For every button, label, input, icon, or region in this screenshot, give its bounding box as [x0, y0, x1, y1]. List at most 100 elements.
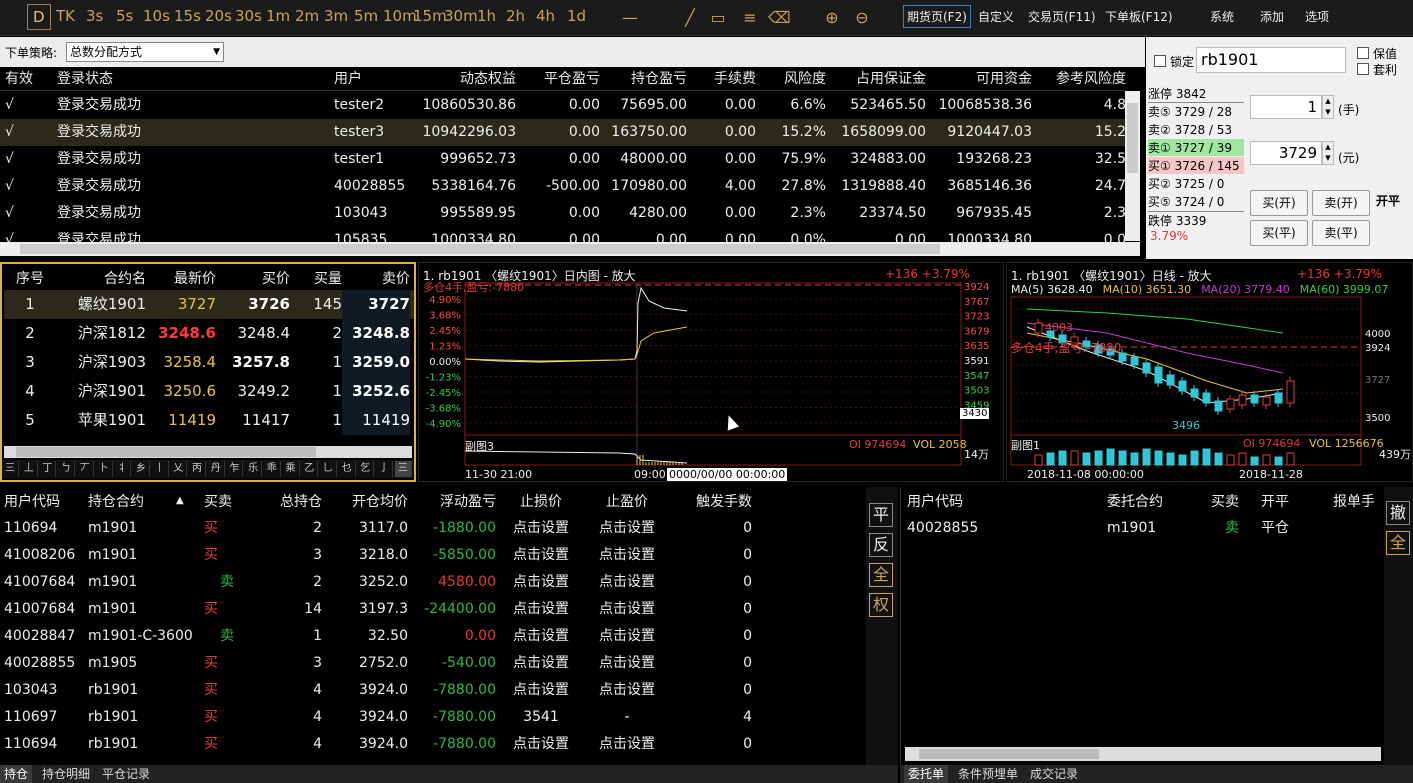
bid-level-2[interactable]: 买⑤ 3724 / 0 — [1148, 193, 1244, 210]
order-header-3[interactable]: 开平 — [1261, 491, 1341, 511]
lock-checkbox[interactable] — [1154, 55, 1166, 67]
timeframe-10m[interactable]: 10m — [383, 7, 417, 25]
quote-group-tab[interactable]: 丹 — [208, 461, 225, 477]
position-header-0[interactable]: 用户代码 — [4, 491, 88, 511]
table-cell[interactable]: 点击设置 — [586, 596, 668, 623]
order-action-1[interactable]: 全 — [1386, 531, 1410, 555]
account-header-8[interactable]: 占用保证金 — [830, 67, 926, 91]
timeframe-1h[interactable]: 1h — [477, 7, 496, 25]
list-item[interactable]: 4 沪深1901 3250.6 3249.2 1 3252.6 — [4, 377, 414, 406]
buy-open-button[interactable]: 买(开) — [1250, 190, 1308, 216]
table-cell[interactable]: 点击设置 — [500, 623, 582, 650]
table-cell[interactable]: 点击设置 — [500, 650, 582, 677]
table-row[interactable]: √ 登录交易成功 40028855 5338164.76 -500.00 170980.0… — [0, 173, 1126, 200]
nav-item-4[interactable]: 系统 — [1210, 8, 1234, 25]
position-action-2[interactable]: 全 — [869, 563, 893, 587]
orders-tab-1[interactable]: 条件预埋单 — [954, 765, 1022, 783]
quote-group-tab[interactable]: 乖 — [264, 461, 281, 477]
position-action-1[interactable]: 反 — [869, 533, 893, 557]
sell-close-button[interactable]: 卖(平) — [1312, 220, 1370, 246]
timeframe-30m[interactable]: 30m — [444, 7, 478, 25]
quote-group-tab[interactable]: 卜 — [96, 461, 113, 477]
table-cell[interactable]: 点击设置 — [586, 623, 668, 650]
table-row[interactable]: 41008206 m1901 买 3 3218.0 -5850.00 点击设置 点击设置 0 — [0, 542, 865, 569]
buy-close-button[interactable]: 买(平) — [1250, 220, 1308, 246]
quote-group-tab[interactable]: 乐 — [245, 461, 263, 477]
daily-chart[interactable]: 1. rb1901 〈螺纹1901〉日线 - 放大 +136 +3.79% MA… — [1006, 262, 1413, 482]
bid-level-0[interactable]: 买① 3726 / 145 — [1148, 157, 1244, 174]
table-cell[interactable]: 点击设置 — [586, 542, 668, 569]
account-header-5[interactable]: 持仓盈亏 — [604, 67, 687, 91]
list-item[interactable]: 3 沪深1903 3258.4 3257.8 1 3259.0 — [4, 348, 414, 377]
hedge-checkbox[interactable] — [1357, 47, 1369, 59]
positions-tab-0[interactable]: 持仓 — [0, 765, 33, 783]
qty-input[interactable]: 1 — [1250, 95, 1322, 119]
table-row[interactable]: 41007684 m1901 买 14 3197.3 -24400.00 点击设置 点击设置 0 — [0, 596, 865, 623]
nav-item-5[interactable]: 添加 — [1260, 8, 1284, 25]
strategy-select[interactable]: 总数分配方式 ▼ — [66, 42, 224, 62]
quote-header-2[interactable]: 最新价 — [148, 268, 216, 288]
table-row[interactable]: √ 登录交易成功 103043 995589.95 0.00 4280.00 0.00 2.3… — [0, 200, 1126, 227]
orders-tab-2[interactable]: 成交记录 — [1026, 765, 1082, 783]
quote-group-tab[interactable]: 丙 — [189, 461, 206, 477]
nav-item-1[interactable]: 自定义 — [978, 8, 1014, 25]
table-row[interactable]: 40028855 m1901 卖 平仓 — [901, 515, 1381, 542]
nav-item-6[interactable]: 选项 — [1305, 8, 1329, 25]
position-action-0[interactable]: 平 — [869, 503, 893, 527]
table-cell[interactable]: 点击设置 — [500, 677, 582, 704]
quote-group-tab[interactable]: 乜 — [339, 461, 356, 477]
price-input[interactable]: 3729 — [1250, 141, 1322, 165]
table-cell[interactable]: 3541 — [500, 704, 582, 731]
position-header-7[interactable]: 止盈价 — [586, 491, 668, 511]
table-cell[interactable]: 点击设置 — [500, 731, 582, 758]
quote-group-tab[interactable]: 丬 — [114, 461, 132, 477]
list-item[interactable]: 2 沪深1812 3248.6 3248.4 2 3248.8 — [4, 319, 414, 348]
table-row[interactable]: √ 登录交易成功 tester2 10860530.86 0.00 75695.00 0.0… — [0, 92, 1126, 119]
quote-header-5[interactable]: 卖价 — [342, 268, 410, 288]
table-row[interactable]: 110694 rb1901 买 4 3924.0 -7880.00 点击设置 点击设置 0 — [0, 731, 865, 758]
quote-group-tab[interactable]: 三 — [394, 461, 412, 477]
quote-group-tab[interactable]: 丁 — [39, 461, 57, 477]
position-header-6[interactable]: 止损价 — [500, 491, 582, 511]
account-header-10[interactable]: 参考风险度 — [1036, 67, 1126, 91]
nav-item-0[interactable]: 期货页(F2) — [903, 5, 971, 28]
table-row[interactable]: 40028847 m1901-C-3600 卖 1 32.50 0.00 点击设置 点击设置 0 — [0, 623, 865, 650]
nav-item-3[interactable]: 下单板(F12) — [1105, 8, 1173, 25]
table-cell[interactable]: 点击设置 — [586, 515, 668, 542]
timeframe-D[interactable]: D — [27, 4, 51, 30]
zoom-out-icon[interactable]: ⊖ — [852, 8, 872, 28]
contract-input[interactable]: rb1901 — [1196, 47, 1346, 73]
quote-group-tab[interactable]: 乘 — [283, 461, 300, 477]
fib-tool-icon[interactable]: ≡ — [740, 8, 760, 28]
orders-hscroll[interactable] — [905, 747, 1381, 761]
timeframe-15s[interactable]: 15s — [174, 7, 201, 25]
table-cell[interactable]: 点击设置 — [500, 515, 582, 542]
ask-level-2[interactable]: 卖① 3727 / 39 — [1148, 139, 1244, 156]
orders-tab-0[interactable]: 委托单 — [904, 765, 949, 783]
timeframe-2m[interactable]: 2m — [295, 7, 319, 25]
list-item[interactable]: 5 苹果1901 11419 11417 1 11419 — [4, 406, 414, 435]
arb-checkbox[interactable] — [1357, 63, 1369, 75]
position-header-4[interactable]: 开仓均价 — [326, 491, 408, 511]
quote-hscroll[interactable] — [4, 446, 412, 458]
order-header-1[interactable]: 委托合约 — [1107, 491, 1207, 511]
quote-group-tab[interactable]: 丆 — [77, 461, 94, 477]
quote-group-tab[interactable]: 乍 — [226, 461, 244, 477]
timeframe-20s[interactable]: 20s — [205, 7, 232, 25]
table-row[interactable]: 110694 m1901 买 2 3117.0 -1880.00 点击设置 点击设置 0 — [0, 515, 865, 542]
quote-header-0[interactable]: 序号 — [6, 268, 54, 288]
quote-group-tab[interactable]: 乚 — [320, 461, 337, 477]
bid-level-1[interactable]: 买② 3725 / 0 — [1148, 175, 1244, 192]
order-header-4[interactable]: 报单手 — [1333, 491, 1383, 511]
timeframe-15m[interactable]: 15m — [413, 7, 447, 25]
position-action-3[interactable]: 权 — [869, 593, 893, 617]
position-header-5[interactable]: 浮动盈亏 — [412, 491, 496, 511]
quote-group-tab[interactable]: 丄 — [21, 461, 38, 477]
table-row[interactable]: 41007684 m1901 卖 2 3252.0 4580.00 点击设置 点击设置 0 — [0, 569, 865, 596]
quote-group-tab[interactable]: 亅 — [376, 461, 393, 477]
quote-header-1[interactable]: 合约名 — [54, 268, 146, 288]
account-header-4[interactable]: 平仓盈亏 — [520, 67, 600, 91]
line-tool-icon[interactable]: — — [620, 8, 640, 28]
rectangle-tool-icon[interactable]: ▭ — [708, 8, 728, 28]
account-header-9[interactable]: 可用资金 — [930, 67, 1032, 91]
